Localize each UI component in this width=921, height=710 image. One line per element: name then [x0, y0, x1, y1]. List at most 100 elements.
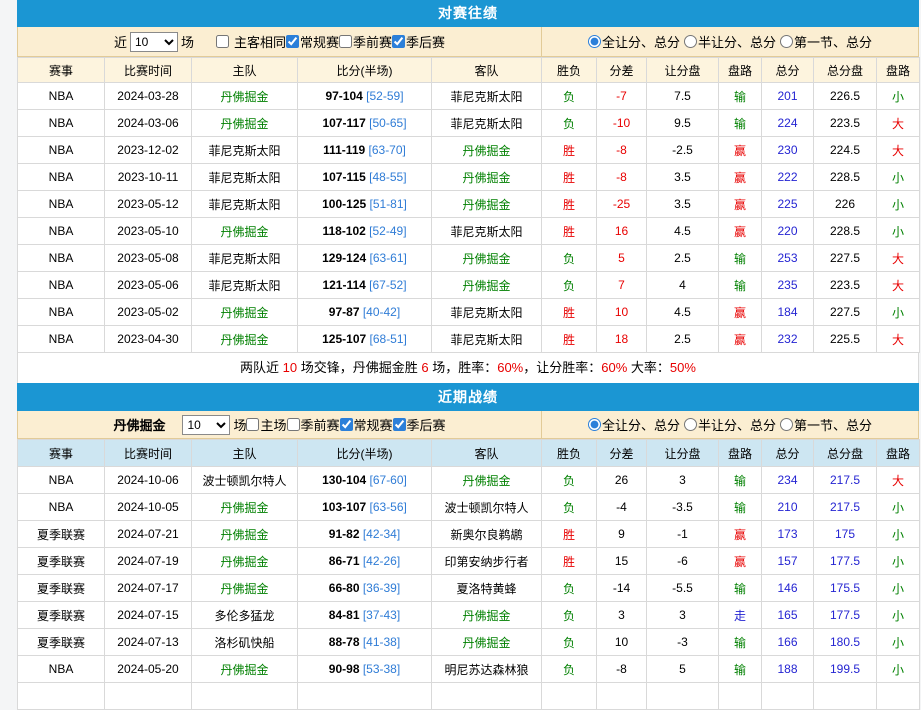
summary-text: ，让分胜率：	[523, 360, 601, 375]
radio-full-handicap-2-input[interactable]	[588, 418, 601, 431]
cell-handicap-road: 赢	[719, 191, 762, 218]
cell-result: 胜	[542, 299, 597, 326]
cell-score: 100-125 [51-81]	[298, 191, 432, 218]
cell-home-team: 丹佛掘金	[192, 548, 298, 575]
cell-total-points: 201	[762, 83, 814, 110]
cell-handicap-road: 输	[719, 272, 762, 299]
cell-handicap-line: -1	[647, 521, 719, 548]
cell-home-team: 丹佛掘金	[192, 656, 298, 683]
table-row: 夏季联赛2024-07-21丹佛掘金91-82 [42-34]新奥尔良鹈鹕胜9-…	[18, 521, 920, 548]
cell-total-road: 小	[877, 575, 920, 602]
table-row: 夏季联赛2024-07-17丹佛掘金66-80 [36-39]夏洛特黄蜂负-14…	[18, 575, 920, 602]
cell-date: 2023-04-30	[105, 326, 192, 353]
cell-away-team: 菲尼克斯太阳	[432, 218, 542, 245]
checkbox-playoffs-input[interactable]	[392, 35, 405, 48]
cell-point-diff: -7	[597, 83, 647, 110]
cell-handicap-line: 3.5	[647, 191, 719, 218]
cell-result: 负	[542, 272, 597, 299]
recent-games-count-select[interactable]: 10	[182, 415, 230, 435]
cell-total-line: 217.5	[814, 467, 877, 494]
col-header-total-road: 盘路	[877, 58, 920, 83]
cell-away-team: 丹佛掘金	[432, 137, 542, 164]
cell-league: NBA	[18, 245, 105, 272]
cell-result: 负	[542, 467, 597, 494]
cell-away-team: 波士顿凯尔特人	[432, 494, 542, 521]
col-header-home: 主队	[192, 440, 298, 467]
cell-total-points: 220	[762, 218, 814, 245]
cell-handicap-road: 输	[719, 83, 762, 110]
h2h-games-count-select[interactable]: 10	[130, 32, 178, 52]
checkbox-same-venue-label: 主客相同	[234, 32, 286, 51]
cell-league: NBA	[18, 110, 105, 137]
cell-date: 2023-05-08	[105, 245, 192, 272]
col-header-date: 比赛时间	[105, 58, 192, 83]
cell-home-team: 菲尼克斯太阳	[192, 245, 298, 272]
summary-stat-value: 10	[283, 360, 297, 375]
col-header-diff: 分差	[597, 58, 647, 83]
cell-league: NBA	[18, 494, 105, 521]
cell-total-road: 小	[877, 218, 920, 245]
cell-result: 胜	[542, 137, 597, 164]
recent-filter-bar: 丹佛掘金 10 场 主场 季前赛 常规赛 季后赛	[17, 411, 919, 439]
recent-header-row: 赛事 比赛时间 主队 比分(半场) 客队 胜负 分差 让分盘 盘路 总分 总分盘…	[18, 440, 920, 467]
col-header-total-road: 盘路	[877, 440, 920, 467]
cell-point-diff: -25	[597, 191, 647, 218]
table-row: NBA2024-10-05丹佛掘金103-107 [63-56]波士顿凯尔特人负…	[18, 494, 920, 521]
checkbox-playoffs-2-input[interactable]	[393, 418, 406, 431]
col-header-handicap: 让分盘	[647, 440, 719, 467]
cell-total-line: 225.5	[814, 326, 877, 353]
checkbox-preseason-input[interactable]	[339, 35, 352, 48]
radio-first-quarter-2-input[interactable]	[780, 418, 793, 431]
checkbox-regular-season-2-label: 常规赛	[354, 415, 393, 434]
cell-handicap-line: -3	[647, 629, 719, 656]
table-row: NBA2023-05-06菲尼克斯太阳121-114 [67-52]丹佛掘金负7…	[18, 272, 920, 299]
cell-away-team: 丹佛掘金	[432, 467, 542, 494]
cell-result: 负	[542, 83, 597, 110]
cell-away-team: 明尼苏达森林狼	[432, 656, 542, 683]
cell-handicap-line: 5	[647, 656, 719, 683]
cell-result: 胜	[542, 164, 597, 191]
cell-total-line: 228.5	[814, 164, 877, 191]
checkbox-regular-season-input[interactable]	[286, 35, 299, 48]
checkbox-same-venue-input[interactable]	[216, 35, 229, 48]
checkbox-regular-season-label: 常规赛	[300, 32, 339, 51]
checkbox-regular-season-2-input[interactable]	[340, 418, 353, 431]
cell-result: 胜	[542, 521, 597, 548]
radio-full-handicap-2: 全让分、总分	[588, 415, 680, 434]
cell-total-points: 184	[762, 299, 814, 326]
table-row: NBA2023-04-30丹佛掘金125-107 [68-51]菲尼克斯太阳胜1…	[18, 326, 920, 353]
cell-home-team: 洛杉矶快船	[192, 629, 298, 656]
recent-odds-mode-group: 全让分、总分 半让分、总分 第一节、总分	[542, 411, 918, 438]
cell-total-road: 小	[877, 299, 920, 326]
cell-total-line: 180.5	[814, 629, 877, 656]
table-row: NBA2024-05-20丹佛掘金90-98 [53-38]明尼苏达森林狼负-8…	[18, 656, 920, 683]
cell-point-diff: 10	[597, 629, 647, 656]
cell-league: NBA	[18, 326, 105, 353]
col-header-handicap-road: 盘路	[719, 58, 762, 83]
radio-half-handicap-input[interactable]	[684, 35, 697, 48]
radio-first-quarter-input[interactable]	[780, 35, 793, 48]
summary-text: 两队近	[240, 360, 283, 375]
col-header-result: 胜负	[542, 440, 597, 467]
checkbox-home-only-input[interactable]	[246, 418, 259, 431]
cell-score: 90-98 [53-38]	[298, 656, 432, 683]
col-header-home: 主队	[192, 58, 298, 83]
cell-handicap-road: 走	[719, 602, 762, 629]
checkbox-preseason-2-input[interactable]	[287, 418, 300, 431]
cell-handicap-line: 7.5	[647, 83, 719, 110]
cell-point-diff: -4	[597, 494, 647, 521]
cell-handicap-line: 2.5	[647, 245, 719, 272]
cell-result: 负	[542, 494, 597, 521]
radio-half-handicap-2-input[interactable]	[684, 418, 697, 431]
cell-date: 2024-05-20	[105, 656, 192, 683]
cell-league: NBA	[18, 272, 105, 299]
checkbox-playoffs-2-label: 季后赛	[407, 415, 446, 434]
recent-table-body: NBA2024-10-06波士顿凯尔特人130-104 [67-60]丹佛掘金负…	[18, 467, 920, 710]
cell-home-team: 菲尼克斯太阳	[192, 164, 298, 191]
cell-total-points: 232	[762, 326, 814, 353]
cell-total-line: 199.5	[814, 656, 877, 683]
col-header-league: 赛事	[18, 440, 105, 467]
cell-total-points: 165	[762, 602, 814, 629]
cell-total-road: 小	[877, 494, 920, 521]
radio-full-handicap-input[interactable]	[588, 35, 601, 48]
